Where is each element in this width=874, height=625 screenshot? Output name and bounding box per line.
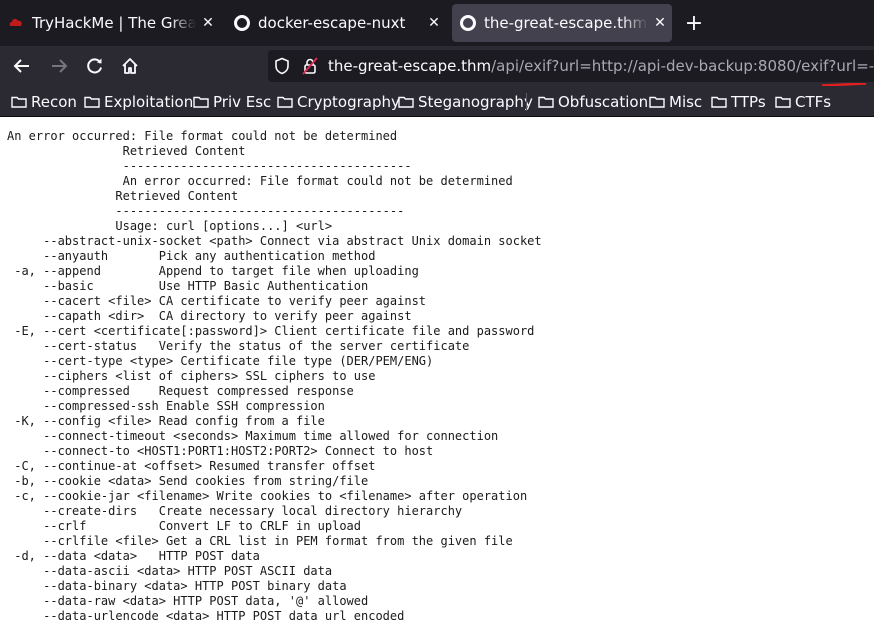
bookmark-misc[interactable]: Misc	[649, 92, 702, 112]
folder-icon	[775, 96, 791, 108]
tab-tryhackme[interactable]: TryHackMe | The Great Escape ✕	[0, 4, 220, 42]
bookmark-priv-esc[interactable]: Priv Esc	[193, 92, 271, 112]
arrow-left-icon	[13, 59, 29, 73]
tab-docker-escape-nuxt[interactable]: docker-escape-nuxt ✕	[226, 4, 446, 42]
url-path: /api/exif?url=http://api-dev-backup:8080…	[491, 57, 874, 75]
output-line: --cert-type <type> Certificate file type…	[7, 354, 434, 368]
bookmark-label: CTFs	[795, 93, 832, 111]
back-button[interactable]	[8, 52, 36, 80]
close-tab-icon[interactable]: ✕	[422, 15, 446, 31]
output-line: --data-binary <data> HTTP POST binary da…	[7, 579, 347, 593]
output-line: -b, --cookie <data> Send cookies from st…	[7, 474, 369, 488]
output-line: An error occurred: File format could not…	[7, 129, 398, 143]
output-line: -C, --continue-at <offset> Resumed trans…	[7, 459, 376, 473]
output-line: --connect-timeout <seconds> Maximum time…	[7, 429, 499, 443]
folder-icon	[193, 96, 209, 108]
folder-icon	[711, 96, 727, 108]
url-text[interactable]: the-great-escape.thm/api/exif?url=http:/…	[328, 57, 874, 75]
output-line: --capath <dir> CA directory to verify pe…	[7, 309, 412, 323]
bookmark-obfuscation[interactable]: Obfuscation	[538, 92, 648, 112]
output-line: --basic Use HTTP Basic Authentication	[7, 279, 369, 293]
output-line: -K, --config <file> Read config from a f…	[7, 414, 325, 428]
page-content: An error occurred: File format could not…	[0, 117, 874, 625]
bookmark-label: Misc	[669, 93, 703, 111]
output-line: --create-dirs Create necessary local dir…	[7, 504, 463, 518]
shield-icon[interactable]	[274, 57, 290, 79]
output-line: --compressed-ssh Enable SSH compression	[7, 399, 325, 413]
close-tab-icon[interactable]: ✕	[648, 15, 672, 31]
bookmark-label: Steganography	[418, 93, 533, 111]
tab-fade	[170, 4, 196, 42]
output-line: Usage: curl [options...] <url>	[7, 219, 333, 233]
output-line: --ciphers <list of ciphers> SSL ciphers …	[7, 369, 376, 383]
output-line: ----------------------------------------	[7, 159, 412, 173]
output-line: --cert-status Verify the status of the s…	[7, 339, 470, 353]
folder-icon	[649, 96, 665, 108]
output-line: ----------------------------------------	[7, 204, 405, 218]
bookmark-ttps[interactable]: TTPs	[711, 92, 766, 112]
bookmark-cryptography[interactable]: Cryptography	[277, 92, 400, 112]
reload-button[interactable]	[81, 52, 109, 80]
bookmark-label: Recon	[31, 93, 77, 111]
reload-icon	[87, 58, 102, 74]
arrow-right-icon	[52, 59, 68, 73]
output-line: --cacert <file> CA certificate to verify…	[7, 294, 427, 308]
output-line: -E, --cert <certificate[:password]> Clie…	[7, 324, 535, 338]
bookmark-label: Priv Esc	[213, 93, 272, 111]
bookmark-label: TTPs	[731, 93, 766, 111]
bookmark-exploitation[interactable]: Exploitation	[84, 92, 193, 112]
bookmark-ctfs[interactable]: CTFs	[775, 92, 831, 112]
new-tab-button[interactable]: +	[682, 4, 706, 42]
output-line: --data-ascii <data> HTTP POST ASCII data	[7, 564, 333, 578]
tab-fade	[622, 4, 648, 42]
output-line: --abstract-unix-socket <path> Connect vi…	[7, 234, 542, 248]
home-button[interactable]	[116, 52, 144, 80]
address-bar[interactable]: the-great-escape.thm/api/exif?url=http:/…	[268, 50, 874, 82]
folder-icon	[398, 96, 414, 108]
output-line: -d, --data <data> HTTP POST data	[7, 549, 260, 563]
output-line: --data-raw <data> HTTP POST data, '@' al…	[7, 594, 369, 608]
bookmarks-separator	[526, 93, 527, 111]
url-host: the-great-escape.thm	[328, 57, 492, 75]
bookmark-steganography[interactable]: Steganography	[398, 92, 533, 112]
home-icon	[122, 58, 138, 74]
output-line: Retrieved Content	[7, 144, 246, 158]
folder-icon	[277, 96, 293, 108]
output-line: --anyauth Pick any authentication method	[7, 249, 376, 263]
navigation-toolbar: the-great-escape.thm/api/exif?url=http:/…	[0, 46, 874, 86]
output-line: Retrieved Content	[7, 189, 239, 203]
folder-icon	[11, 96, 27, 108]
tryhackme-icon	[8, 15, 24, 31]
forward-button[interactable]	[45, 52, 73, 80]
output-line: --data-urlencode <data> HTTP POST data u…	[7, 609, 405, 623]
output-line: --compressed Request compressed response	[7, 384, 354, 398]
nuxt-icon	[234, 15, 250, 31]
output-line: --crlfile <file> Get a CRL list in PEM f…	[7, 534, 513, 548]
output-line: --connect-to <HOST1:PORT1:HOST2:PORT2> C…	[7, 444, 434, 458]
output-line: -a, --append Append to target file when …	[7, 264, 419, 278]
tab-strip: TryHackMe | The Great Escape ✕ docker-es…	[0, 0, 874, 46]
bookmark-label: Exploitation	[104, 93, 194, 111]
bookmarks-toolbar: Recon Exploitation Priv Esc Cryptography…	[0, 86, 874, 117]
folder-icon	[538, 96, 554, 108]
curl-help-output: An error occurred: File format could not…	[7, 129, 542, 624]
close-tab-icon[interactable]: ✕	[196, 15, 220, 31]
tab-the-great-escape-api[interactable]: the-great-escape.thm/api/exif?url=http:/…	[452, 4, 672, 42]
bookmark-label: Cryptography	[297, 93, 400, 111]
insecure-lock-icon[interactable]	[302, 57, 318, 79]
output-line: --crlf Convert LF to CRLF in upload	[7, 519, 362, 533]
output-line: An error occurred: File format could not…	[7, 174, 513, 188]
bookmark-recon[interactable]: Recon	[11, 92, 77, 112]
tab-label: docker-escape-nuxt	[258, 14, 406, 32]
output-line: -c, --cookie-jar <filename> Write cookie…	[7, 489, 528, 503]
site-icon	[460, 15, 476, 31]
folder-icon	[84, 96, 100, 108]
bookmark-label: Obfuscation	[558, 93, 649, 111]
